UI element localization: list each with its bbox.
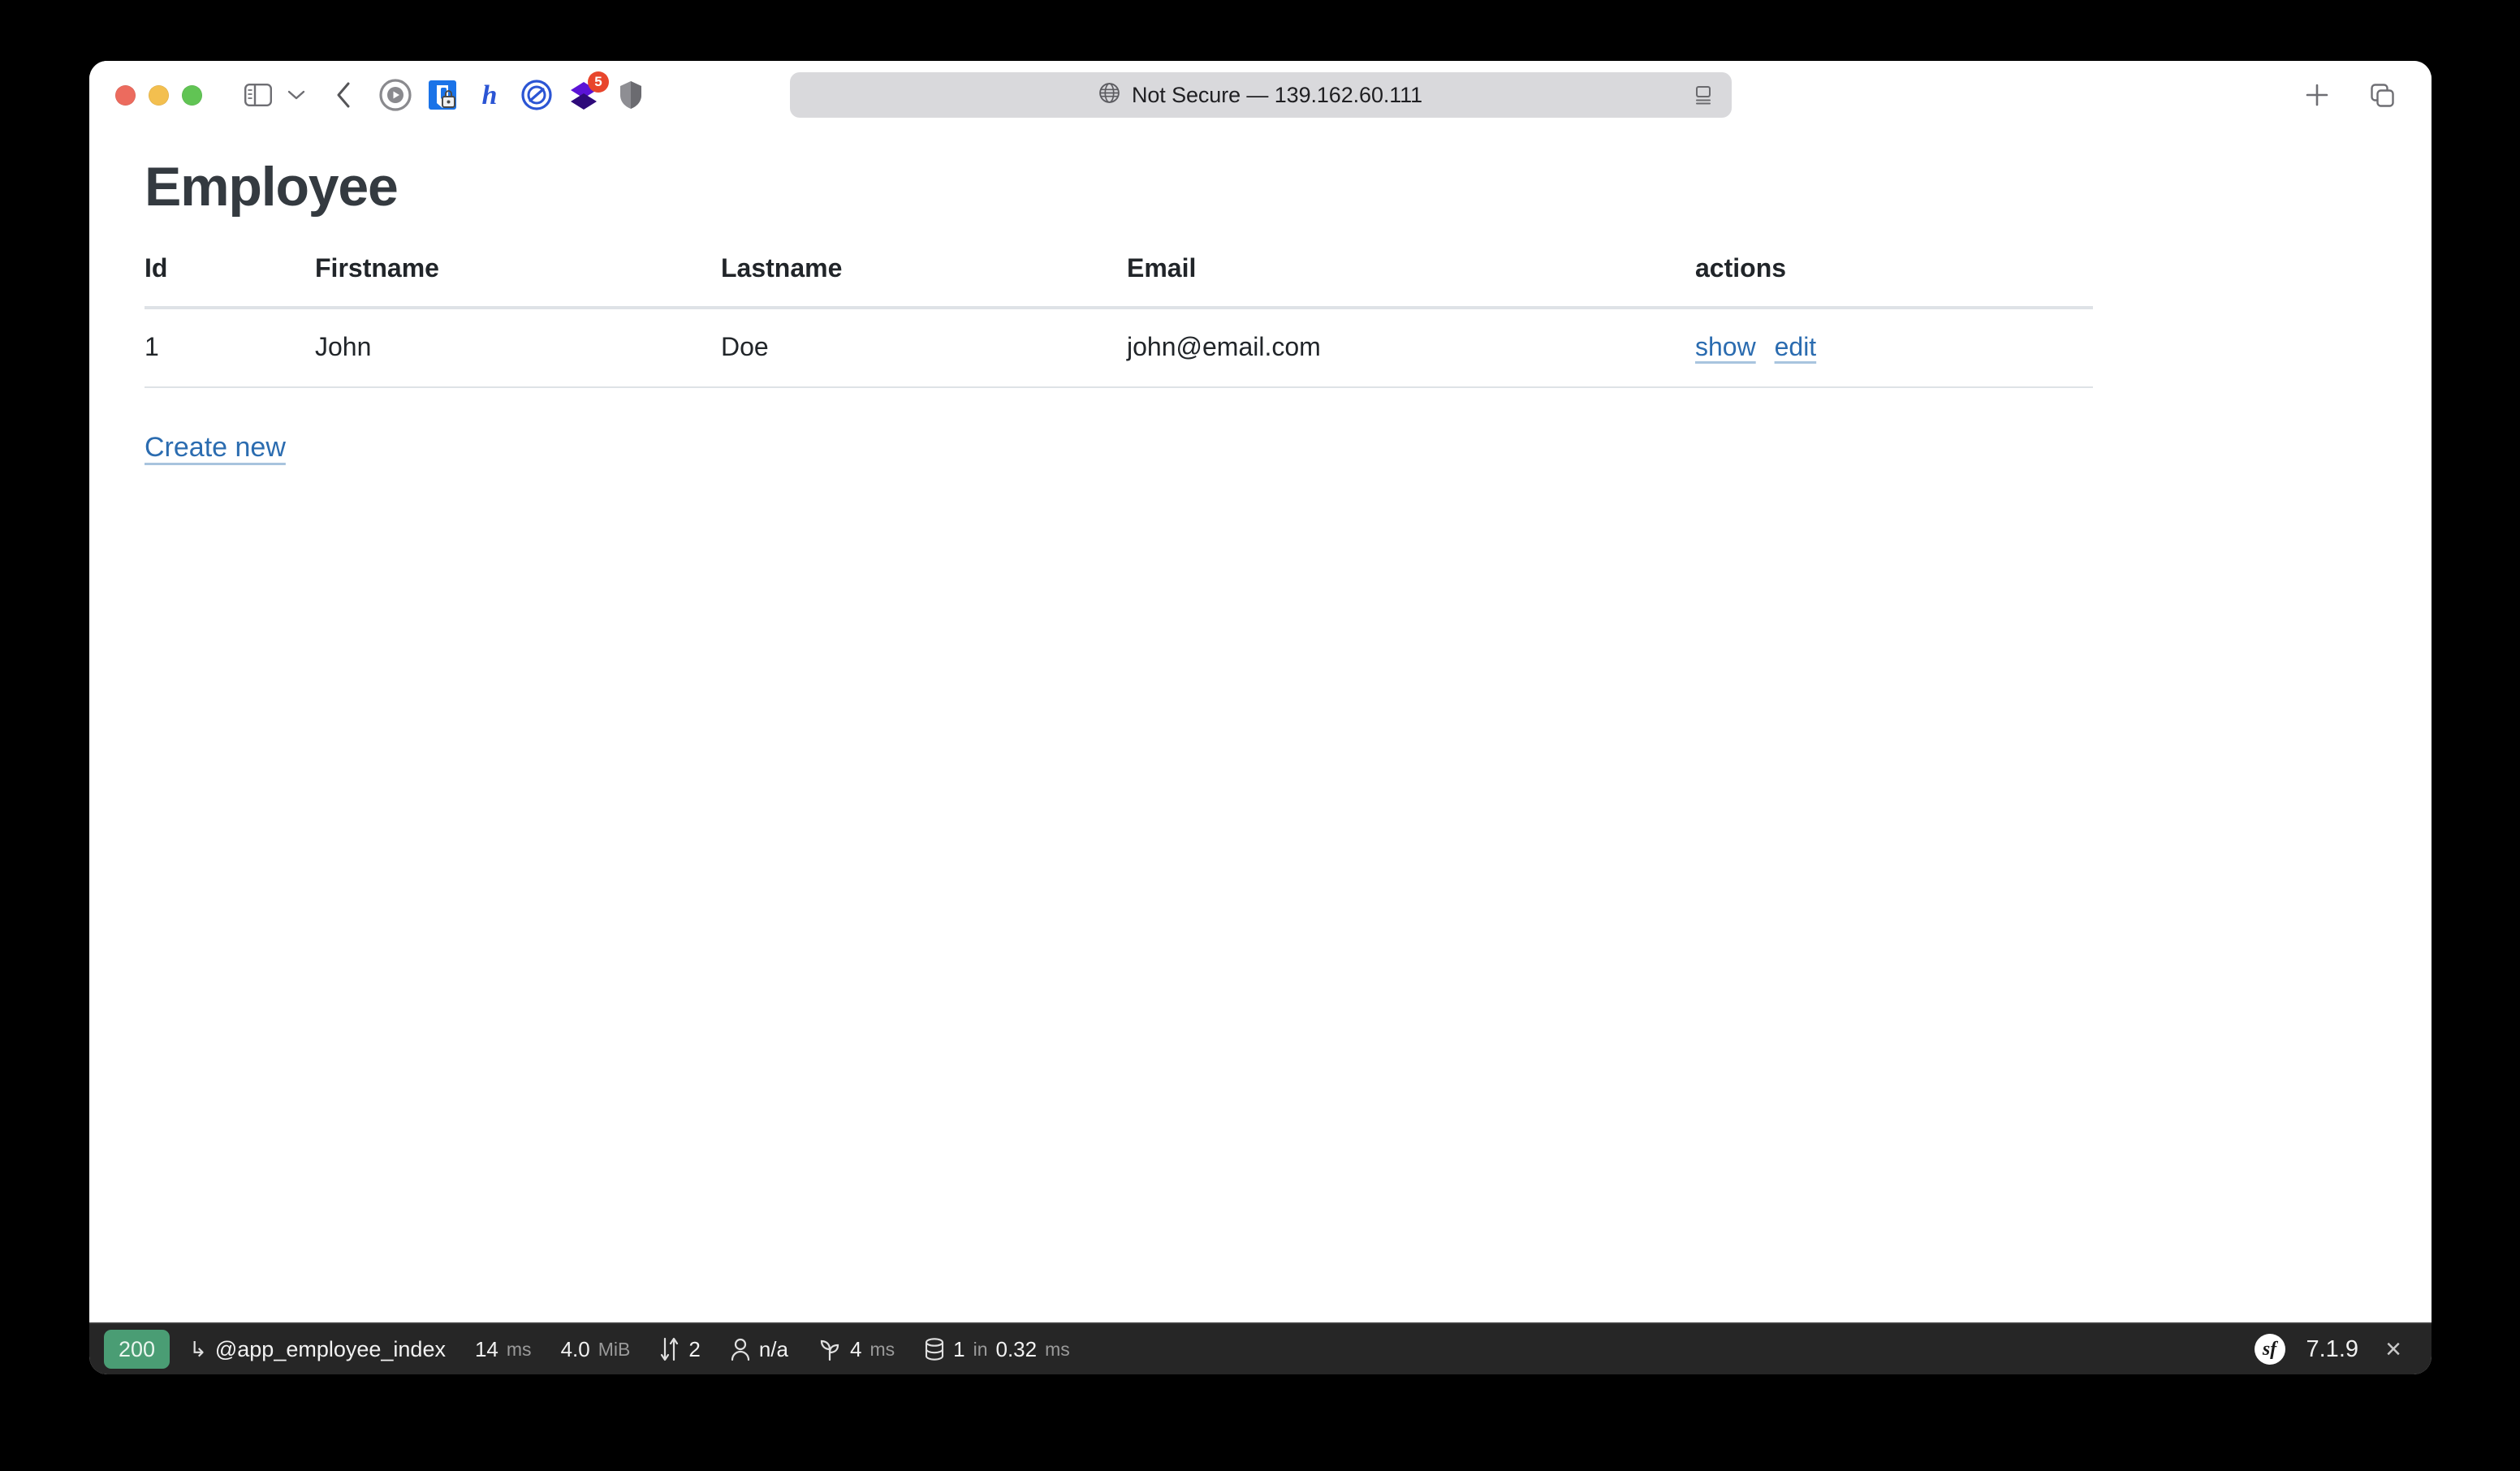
employee-table: Id Firstname Lastname Email actions 1 Jo…	[145, 252, 2093, 388]
db-time-unit: ms	[1045, 1338, 1070, 1360]
traffic-lights	[115, 84, 202, 106]
show-link[interactable]: show	[1695, 332, 1756, 361]
honey-extension-icon[interactable]: h	[470, 75, 509, 114]
new-tab-icon[interactable]	[2298, 72, 2336, 118]
time-value: 14	[474, 1336, 498, 1361]
navigation-group	[239, 72, 361, 118]
user-value: n/a	[758, 1336, 788, 1361]
toolbar-right-group: sf 7.1.9 ×	[2254, 1334, 2413, 1365]
table-row: 1 John Doe john@email.com show edit	[145, 307, 2093, 388]
ajax-value: 2	[688, 1336, 701, 1361]
database-icon	[924, 1337, 945, 1361]
chevron-down-icon[interactable]	[278, 72, 314, 118]
twig-sprout-icon	[818, 1337, 842, 1361]
password-manager-extension-icon[interactable]	[423, 75, 462, 114]
symfony-debug-toolbar: 200 ↳ @app_employee_index 14 ms 4.0 MiB …	[89, 1322, 2432, 1374]
globe-icon	[1098, 82, 1120, 108]
ajax-block[interactable]: 2	[645, 1328, 714, 1370]
twig-value: 4	[849, 1336, 862, 1361]
table-header: Id Firstname Lastname Email actions	[145, 252, 2093, 309]
twig-unit: ms	[869, 1338, 895, 1360]
cell-firstname: John	[315, 307, 721, 388]
status-badge[interactable]: 200	[104, 1330, 170, 1369]
back-button-icon[interactable]	[326, 72, 361, 118]
layers-extension-badge: 5	[588, 71, 609, 93]
column-header-email: Email	[1127, 252, 1695, 309]
shield-extension-icon[interactable]	[611, 75, 650, 114]
user-block[interactable]: n/a	[715, 1328, 803, 1370]
table-header-row: Id Firstname Lastname Email actions	[145, 252, 2093, 309]
close-toolbar-button[interactable]: ×	[2380, 1335, 2407, 1363]
adblock-extension-icon[interactable]	[517, 75, 556, 114]
route-name: @app_employee_index	[214, 1336, 446, 1361]
twig-block[interactable]: 4 ms	[803, 1328, 909, 1370]
time-block[interactable]: 14 ms	[460, 1328, 546, 1370]
column-header-id: Id	[145, 252, 315, 309]
svg-text:h: h	[482, 80, 498, 110]
address-bar-text: Not Secure — 139.162.60.111	[1131, 82, 1423, 107]
time-unit: ms	[506, 1338, 532, 1360]
db-time: 0.32	[995, 1336, 1038, 1361]
cell-lastname: Doe	[721, 307, 1127, 388]
record-extension-icon[interactable]	[376, 75, 415, 114]
db-in-label: in	[973, 1338, 988, 1360]
cell-id: 1	[145, 307, 315, 388]
memory-block[interactable]: 4.0 MiB	[546, 1328, 645, 1370]
page-viewport: Employee Id Firstname Lastname Email act…	[89, 129, 2432, 1322]
memory-unit: MiB	[598, 1338, 631, 1360]
route-block[interactable]: ↳ @app_employee_index	[175, 1328, 460, 1370]
browser-titlebar: h 5 Not Secure — 139.162.60.111	[89, 61, 2432, 129]
database-block[interactable]: 1 in 0.32 ms	[909, 1328, 1085, 1370]
website-settings-icon[interactable]	[1689, 81, 1717, 109]
db-count: 1	[953, 1336, 965, 1361]
extensions-group: h 5	[376, 71, 650, 114]
create-new-wrapper: Create new	[145, 432, 2432, 464]
create-new-link[interactable]: Create new	[145, 432, 286, 463]
route-arrow-icon: ↳	[189, 1336, 207, 1361]
symfony-logo-icon: sf	[2254, 1334, 2285, 1365]
minimize-window-button[interactable]	[149, 84, 169, 106]
zoom-window-button[interactable]	[182, 84, 202, 106]
cell-email: john@email.com	[1127, 307, 1695, 388]
layers-extension-icon[interactable]: 5	[564, 71, 609, 114]
symfony-version: 7.1.9	[2306, 1335, 2359, 1362]
edit-link[interactable]: edit	[1775, 332, 1817, 361]
cell-actions: show edit	[1695, 307, 2093, 388]
address-bar[interactable]: Not Secure — 139.162.60.111	[789, 72, 1732, 118]
browser-window: h 5 Not Secure — 139.162.60.111 Employee…	[89, 61, 2432, 1374]
page-title: Employee	[145, 156, 399, 218]
page-content: Employee Id Firstname Lastname Email act…	[89, 129, 2432, 464]
column-header-firstname: Firstname	[315, 252, 721, 309]
titlebar-right-group	[2298, 72, 2401, 118]
memory-value: 4.0	[560, 1336, 590, 1361]
ajax-arrows-icon	[659, 1336, 680, 1362]
sidebar-toggle-icon[interactable]	[239, 72, 277, 118]
close-window-button[interactable]	[115, 84, 136, 106]
table-body: 1 John Doe john@email.com show edit	[145, 307, 2093, 388]
user-icon	[730, 1337, 751, 1361]
column-header-actions: actions	[1695, 252, 2093, 309]
column-header-lastname: Lastname	[721, 252, 1127, 309]
tab-overview-icon[interactable]	[2363, 72, 2401, 118]
